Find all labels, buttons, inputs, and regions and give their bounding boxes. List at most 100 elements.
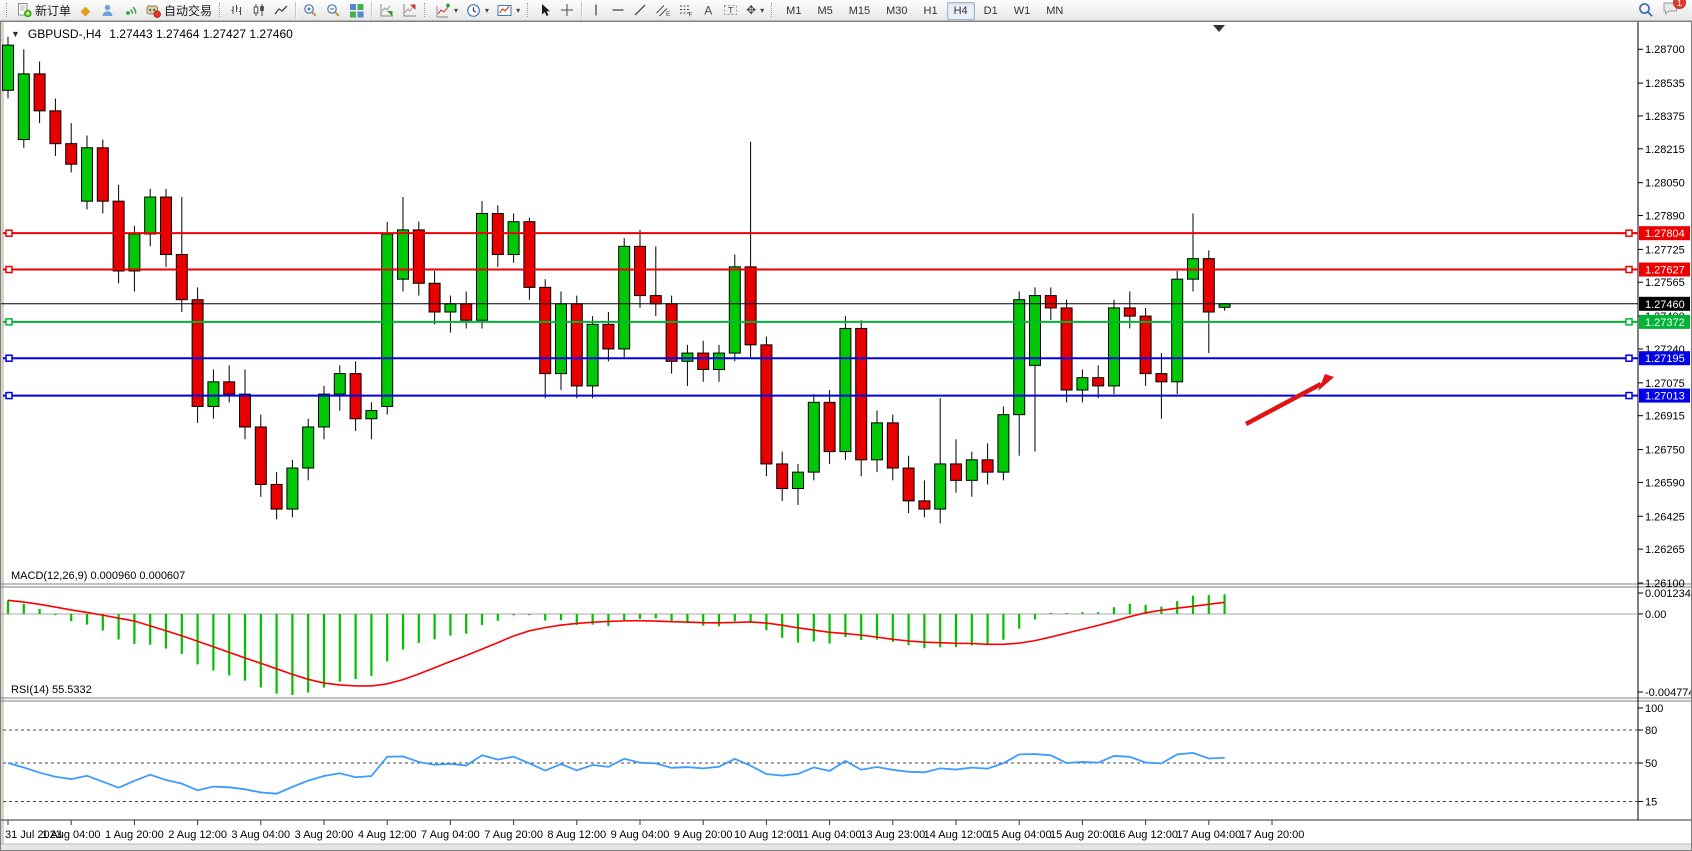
crosshair-button[interactable]	[556, 1, 578, 20]
vertical-line-button[interactable]	[585, 1, 607, 20]
trading-platform-window: 新订单 ◆ 自动交易 ▾ ▾ ▾	[0, 0, 1692, 851]
autotrading-button[interactable]: 自动交易	[142, 1, 216, 20]
timeframe-m15-button[interactable]: M15	[842, 2, 877, 20]
time-label: 14 Aug 12:00	[924, 829, 989, 841]
chart-canvas[interactable]: 1.287001.285351.283751.282151.280501.278…	[1, 22, 1691, 850]
price-tick-label: 1.26915	[1645, 411, 1685, 423]
trendline-button[interactable]	[629, 1, 651, 20]
toolbar-grip[interactable]	[6, 3, 10, 17]
toolbar-grip[interactable]	[219, 3, 223, 17]
timeframe-m5-button[interactable]: M5	[810, 2, 839, 20]
price-tick-label: 1.28050	[1645, 178, 1685, 190]
chart-shift-button[interactable]	[398, 1, 421, 20]
timeframe-w1-button[interactable]: W1	[1007, 2, 1038, 20]
search-icon[interactable]	[1638, 2, 1654, 18]
time-label: 15 Aug 04:00	[987, 829, 1052, 841]
timeframe-h1-button[interactable]: H1	[917, 2, 945, 20]
arrows-button[interactable]: ✥▾	[742, 1, 768, 20]
signals-icon	[123, 3, 138, 18]
time-label: 15 Aug 20:00	[1050, 829, 1115, 841]
toolbar-separator	[295, 2, 296, 18]
time-label: 1 Aug 20:00	[105, 829, 164, 841]
chart-shift-icon	[402, 3, 417, 18]
bar-chart-button[interactable]	[226, 1, 248, 20]
toolbar-grip[interactable]	[424, 3, 428, 17]
svg-text:A: A	[704, 4, 712, 18]
time-label: 11 Aug 04:00	[798, 829, 862, 841]
price-tick-label: 1.26425	[1645, 511, 1685, 523]
horizontal-line-icon	[611, 3, 625, 17]
signals-button[interactable]	[119, 1, 142, 20]
svg-text:50: 50	[1645, 758, 1657, 770]
fibonacci-button[interactable]: F	[674, 1, 697, 20]
dropdown-caret-icon: ▾	[485, 6, 489, 15]
dropdown-caret-icon: ▾	[516, 6, 520, 15]
time-label: 9 Aug 20:00	[674, 829, 733, 841]
equidistant-channel-icon: E	[655, 3, 670, 17]
chart-window: ▼ GBPUSD-,H4 1.27443 1.27464 1.27427 1.2…	[0, 21, 1692, 851]
svg-text:0.001234: 0.001234	[1645, 588, 1691, 600]
text-button[interactable]: A	[697, 1, 719, 20]
tile-windows-button[interactable]	[345, 1, 368, 20]
time-label: 7 Aug 20:00	[484, 829, 543, 841]
price-tick-label: 1.27725	[1645, 244, 1685, 256]
svg-text:80: 80	[1645, 725, 1657, 737]
periods-button[interactable]: ▾	[462, 1, 493, 20]
new-order-button[interactable]: 新订单	[13, 1, 75, 20]
price-tag: 1.27460	[1639, 297, 1690, 311]
timeframe-m30-button[interactable]: M30	[879, 2, 914, 20]
market-button[interactable]: ◆	[75, 1, 96, 20]
candlestick-chart-icon	[252, 3, 266, 17]
text-label-button[interactable]: T	[719, 1, 742, 20]
auto-scroll-icon	[379, 3, 394, 18]
svg-text:F: F	[689, 12, 693, 18]
time-label: 2 Aug 12:00	[168, 829, 227, 841]
timeframe-m1-button[interactable]: M1	[779, 2, 808, 20]
time-label: 16 Aug 12:00	[1113, 829, 1178, 841]
community-button[interactable]	[96, 1, 119, 20]
chart-title-collapse-icon[interactable]: ▼	[11, 29, 20, 39]
market-icon: ◆	[81, 4, 91, 17]
tile-windows-icon	[349, 3, 364, 18]
templates-icon	[497, 3, 512, 18]
svg-text:-0.004774: -0.004774	[1645, 687, 1691, 699]
horizontal-line-button[interactable]	[607, 1, 629, 20]
rsi-indicator-label: RSI(14) 55.5332	[11, 684, 92, 696]
notifications-button[interactable]: 1	[1662, 1, 1679, 19]
time-label: 4 Aug 12:00	[358, 829, 417, 841]
time-label: 10 Aug 12:00	[734, 829, 799, 841]
svg-text:1.27195: 1.27195	[1645, 353, 1685, 365]
time-label: 3 Aug 04:00	[231, 829, 290, 841]
auto-scroll-button[interactable]	[375, 1, 398, 20]
price-tag: 1.27372	[1639, 315, 1690, 329]
toolbar-grip[interactable]	[527, 3, 531, 17]
toolbar-separator	[581, 2, 582, 18]
equidistant-channel-button[interactable]: E	[651, 1, 674, 20]
candlestick-chart-button[interactable]	[248, 1, 270, 20]
arrows-icon: ✥	[746, 4, 756, 17]
price-tick-label: 1.28535	[1645, 78, 1685, 90]
timeframe-d1-button[interactable]: D1	[977, 2, 1005, 20]
time-label: 13 Aug 23:00	[860, 829, 925, 841]
toolbar-grip[interactable]	[771, 3, 775, 17]
price-tick-label: 1.28375	[1645, 111, 1685, 123]
text-icon: A	[701, 3, 715, 17]
line-chart-button[interactable]	[270, 1, 292, 20]
zoom-out-button[interactable]	[322, 1, 345, 20]
templates-button[interactable]: ▾	[493, 1, 524, 20]
cursor-button[interactable]	[534, 1, 556, 20]
community-icon	[100, 3, 115, 18]
zoom-in-button[interactable]	[299, 1, 322, 20]
time-label: 8 Aug 12:00	[547, 829, 606, 841]
indicators-icon	[435, 3, 450, 18]
time-label: 17 Aug 04:00	[1176, 829, 1241, 841]
svg-text:1.27372: 1.27372	[1645, 317, 1685, 329]
zoom-out-icon	[326, 3, 341, 18]
cursor-icon	[538, 3, 552, 17]
indicators-button[interactable]: ▾	[431, 1, 462, 20]
timeframe-h4-button[interactable]: H4	[947, 2, 975, 20]
price-tick-label: 1.26265	[1645, 544, 1685, 556]
timeframe-mn-button[interactable]: MN	[1039, 2, 1070, 20]
timeframe-group: M1M5M15M30H1H4D1W1MN	[778, 3, 1071, 17]
text-label-icon: T	[723, 3, 738, 17]
